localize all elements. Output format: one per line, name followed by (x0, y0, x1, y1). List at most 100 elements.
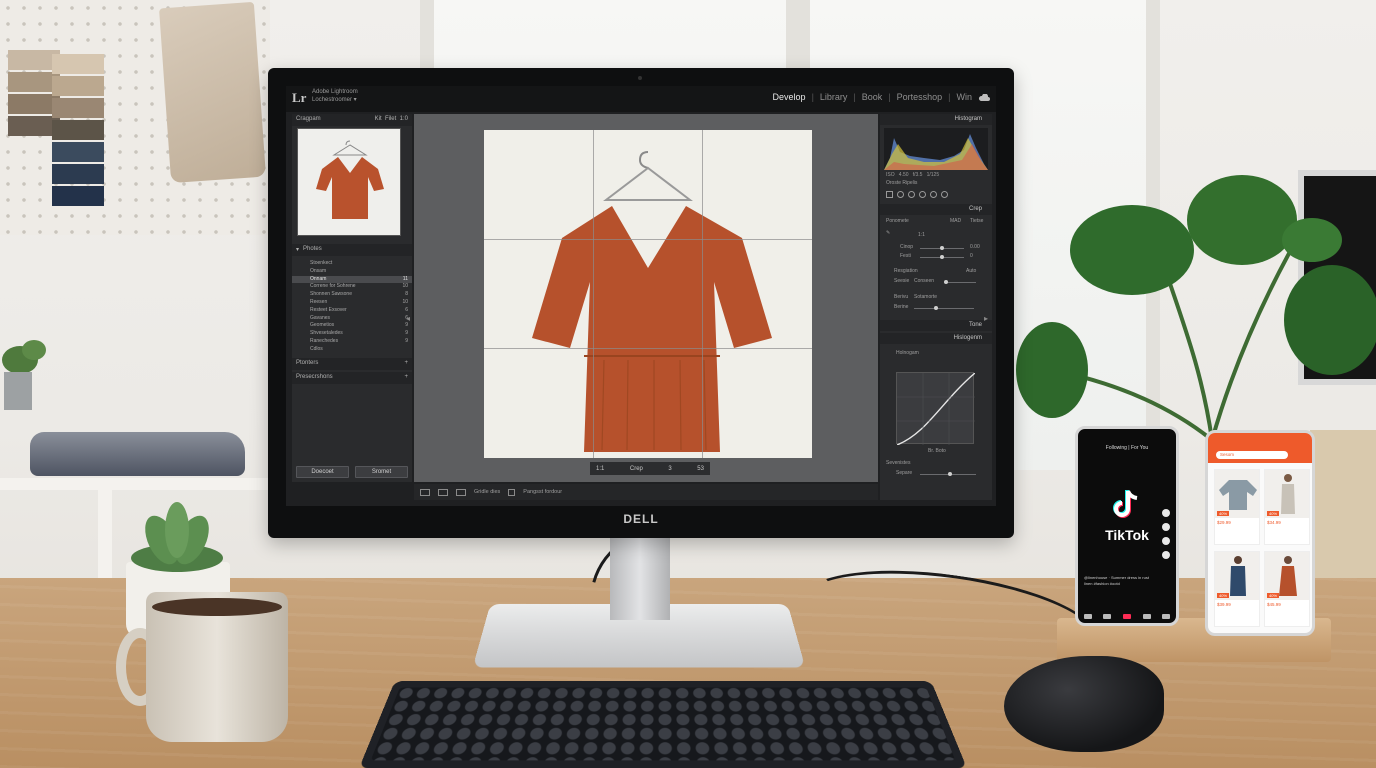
folded-clothes (30, 432, 245, 476)
red-eye-icon[interactable] (908, 190, 915, 198)
collection-item[interactable]: Ranechedes 9 (292, 338, 412, 346)
collections-list: Stoenkect Onsam Onnam 11 Correne for Sohr… (292, 256, 412, 354)
product-tile[interactable]: 40% $34.99 (1264, 469, 1310, 545)
module-book[interactable]: Book (862, 92, 883, 102)
checkbox-icon[interactable] (508, 488, 516, 496)
histogram-header[interactable]: Histogram (880, 114, 992, 125)
share-icon[interactable] (1162, 551, 1170, 559)
dress-photo (532, 151, 772, 452)
coffee (152, 598, 282, 616)
crop-angle-slider[interactable] (920, 246, 964, 250)
collection-item[interactable]: Resteet Exsover 6 (292, 307, 412, 315)
collection-item[interactable]: Onsam (292, 268, 412, 276)
reset-button[interactable]: Sromet (355, 466, 408, 478)
inbox-icon[interactable] (1142, 614, 1151, 619)
product-tile[interactable]: 40% $39.99 (1214, 551, 1260, 627)
module-print[interactable]: Portesshop (897, 92, 943, 102)
right-panel: Histogram ISO 4.50 f/3.5 1/125 Oroste Ri… (880, 114, 992, 500)
webcam (638, 76, 642, 80)
crop-value[interactable]: 53 (697, 466, 704, 472)
grid-overlay-label[interactable]: Gridle dies (474, 489, 500, 495)
monstera-plant (1016, 175, 1376, 440)
collection-item[interactable]: Cdlos (292, 346, 412, 354)
collection-item[interactable]: Stoenkect (292, 260, 412, 268)
collection-item[interactable]: Shonnen Sawsone 8 (292, 291, 412, 299)
tone-panel-header[interactable]: Tone (880, 320, 992, 331)
like-icon[interactable] (1162, 509, 1170, 517)
crop-angle[interactable]: 3 (668, 466, 671, 472)
compare-view-icon[interactable] (438, 488, 448, 496)
tone-curve-graph (896, 372, 976, 446)
tiktok-action-bar (1162, 509, 1170, 559)
spot-removal-icon[interactable] (897, 190, 904, 198)
cloud-sync-icon[interactable] (978, 94, 990, 102)
radial-filter-icon[interactable] (930, 190, 937, 198)
collection-item[interactable]: Gavanes 6 (292, 315, 412, 323)
navigator-header[interactable]: Cragpam Kit Filet 1:0 (292, 114, 412, 126)
top-bar: Lr Adobe Lightroom Lochestroomer ▾ Devel… (286, 86, 996, 112)
collection-item-selected[interactable]: Onnam 11 (292, 275, 412, 284)
collections-header[interactable]: ▾ Photes (292, 244, 412, 256)
comment-icon[interactable] (1162, 523, 1170, 531)
brush-icon[interactable] (941, 190, 948, 198)
phone-shop-app: Sesom 40% $29.99 40% $34.99 40% $39.99 4… (1205, 430, 1315, 636)
keyboard (359, 681, 967, 768)
tiktok-feed-tabs[interactable]: Following | For You (1078, 445, 1176, 451)
crop-overlay-toolbar: 1:1 Crep 3 53 (590, 462, 710, 475)
chevron-left-icon[interactable]: ◂ (406, 314, 410, 323)
plus-icon[interactable]: + (404, 360, 408, 368)
overlay-option-label[interactable]: Pangsst fordour (523, 489, 562, 495)
crop-ratio[interactable]: 1:1 (596, 466, 604, 472)
lightroom-window: Lr Adobe Lightroom Lochestroomer ▾ Devel… (286, 86, 996, 506)
mouse (1004, 656, 1164, 752)
shelf (0, 478, 290, 490)
crop-slider[interactable] (920, 255, 964, 259)
photo-dress[interactable] (484, 130, 812, 458)
product-tile[interactable]: 40% $45.99 (1264, 551, 1310, 627)
tone-curve[interactable] (896, 372, 976, 446)
collections-panel: ▾ Photes Stoenkect Onsam Onnam 11 Correne… (292, 244, 412, 384)
lightroom-logo: Lr (292, 90, 307, 105)
shop-search-input[interactable]: Sesom (1216, 451, 1288, 459)
catalog-name[interactable]: Adobe Lightroom Lochestroomer ▾ (312, 88, 358, 104)
develop-tool-strip (884, 188, 988, 200)
graduated-filter-icon[interactable] (919, 190, 926, 198)
constrain-slider[interactable] (914, 306, 974, 310)
product-tile[interactable]: 40% $29.99 (1214, 469, 1260, 545)
crop-panel-header[interactable]: Crep (880, 204, 992, 215)
histogram-caption: Oroste Ripelis (886, 180, 918, 186)
monitor: DELL Lr Adobe Lightroom Lochestroomer ▾ … (268, 68, 1014, 538)
fabric-swatches-blue (52, 54, 104, 208)
straighten-slider[interactable] (944, 280, 976, 284)
presets-section-header[interactable]: Presecrshons + (292, 371, 412, 384)
chevron-right-icon[interactable]: ▸ (984, 314, 988, 323)
plus-icon[interactable]: + (404, 374, 408, 382)
crop-tool-icon[interactable] (886, 190, 893, 198)
collection-item[interactable]: Correne for Sohrene 10 (292, 283, 412, 291)
left-panel-buttons: Doecoet Sromet (296, 466, 408, 478)
create-icon[interactable] (1122, 614, 1131, 619)
video-caption: @linenhouse · Summer dress in rust linen… (1084, 575, 1149, 586)
collection-item[interactable]: Geometios 9 (292, 322, 412, 330)
collection-item[interactable]: Reesen 10 (292, 299, 412, 307)
eyedropper-icon[interactable]: ✎ (886, 230, 890, 236)
module-library[interactable]: Library (820, 92, 848, 102)
module-develop[interactable]: Develop (773, 92, 806, 102)
crop-label: Crep (629, 465, 643, 472)
tone-curve-header[interactable]: Hislogenm (880, 333, 992, 344)
friends-icon[interactable] (1103, 614, 1112, 619)
copy-button[interactable]: Doecoet (296, 466, 349, 478)
bookmark-icon[interactable] (1162, 537, 1170, 545)
home-icon[interactable] (1083, 614, 1092, 619)
detail-slider[interactable] (920, 472, 976, 476)
publish-section-header[interactable]: Ptonters + (292, 357, 412, 370)
left-panel: Cragpam Kit Filet 1:0 ▾ Photes Stoenkect… (292, 114, 412, 482)
loupe-view-icon[interactable] (420, 488, 430, 496)
monitor-stand-neck (610, 535, 670, 620)
navigator-preview[interactable] (297, 128, 401, 236)
module-web[interactable]: Win (957, 92, 973, 102)
profile-icon[interactable] (1162, 614, 1171, 619)
survey-view-icon[interactable] (456, 488, 466, 496)
histogram-graph (884, 134, 988, 170)
collection-item[interactable]: Shvesetaledes 9 (292, 330, 412, 338)
